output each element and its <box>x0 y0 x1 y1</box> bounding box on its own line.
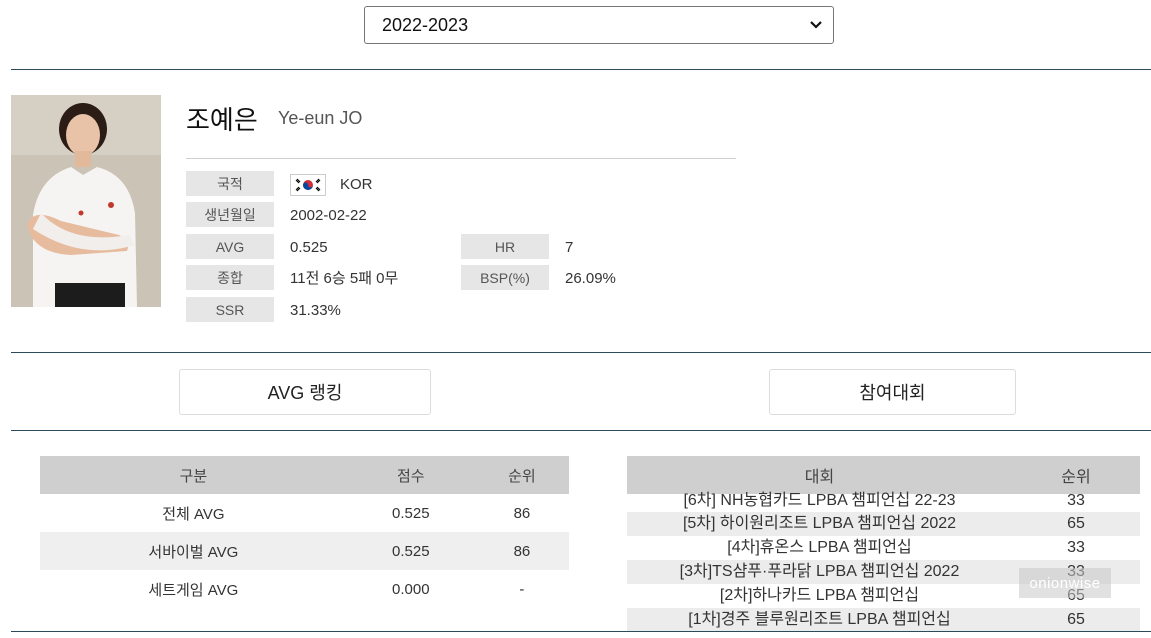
table-cell: 세트게임 AVG <box>148 581 239 599</box>
column-header: 구분 <box>40 456 347 494</box>
table-cell: 86 <box>513 504 531 522</box>
tournaments-scroll-area[interactable]: 대회 순위 [6차] NH농협카드 LPBA 챔피언십 22-23 33 [5차… <box>627 456 1140 632</box>
table-cell: 전체 AVG <box>162 505 225 523</box>
column-header: 점수 <box>346 456 475 494</box>
avg-value: 0.525 <box>290 239 328 256</box>
player-name-ko: 조예은 <box>186 105 258 135</box>
tournament-name: [6차] NH농협카드 LPBA 챔피언십 22-23 <box>683 492 956 509</box>
table-header-row: 구분 점수 순위 <box>40 456 569 494</box>
season-select[interactable]: 2022-2023 <box>364 6 834 44</box>
divider <box>11 69 1151 70</box>
bsp-label: BSP(%) <box>461 265 549 290</box>
table-row: 서바이벌 AVG 0.525 86 <box>40 532 569 570</box>
table-row[interactable]: [4차]휴온스 LPBA 챔피언십 33 <box>627 536 1140 560</box>
ssr-value: 31.33% <box>290 302 341 319</box>
birth-label: 생년월일 <box>186 202 274 227</box>
tournament-name: [2차]하나카드 LPBA 챔피언십 <box>719 587 920 604</box>
table-cell: 서바이벌 AVG <box>40 532 347 570</box>
avg-ranking-button[interactable]: AVG 랭킹 <box>179 369 431 415</box>
table-cell: - <box>519 580 525 598</box>
player-photo <box>11 95 161 307</box>
divider <box>11 631 1151 632</box>
divider <box>186 158 736 159</box>
divider <box>11 430 1151 431</box>
tournament-name: [1차]경주 블루원리조트 LPBA 챔피언십 <box>627 608 1012 632</box>
nationality-label: 국적 <box>186 171 274 196</box>
ssr-label: SSR <box>186 297 274 322</box>
table-row[interactable]: [1차]경주 블루원리조트 LPBA 챔피언십 65 <box>627 608 1140 632</box>
record-value: 11전 6승 5패 0무 <box>290 270 399 287</box>
table-row[interactable]: [6차] NH농협카드 LPBA 챔피언십 22-23 33 <box>627 492 1140 512</box>
tournaments-table: 대회 순위 [6차] NH농협카드 LPBA 챔피언십 22-23 33 [5차… <box>627 456 1140 632</box>
table-row: 전체 AVG 0.525 86 <box>40 494 569 532</box>
tournament-rank: 65 <box>1012 608 1140 632</box>
chevron-down-icon <box>810 21 822 29</box>
divider <box>11 352 1151 353</box>
record-label: 종합 <box>186 265 274 290</box>
column-header: 대회 <box>627 456 1012 494</box>
column-header: 순위 <box>474 456 569 494</box>
tournament-name: [5차] 하이원리조트 LPBA 챔피언십 2022 <box>627 512 1012 536</box>
table-cell: 0.525 <box>346 532 475 570</box>
birth-value: 2002-02-22 <box>290 207 367 224</box>
tournament-rank: 65 <box>1012 512 1140 536</box>
hr-value: 7 <box>565 239 574 256</box>
table-cell: 0.525 <box>392 504 430 522</box>
table-header-row: 대회 순위 <box>627 456 1140 494</box>
korea-flag-icon <box>290 174 326 196</box>
table-cell: 0.000 <box>392 580 430 598</box>
nationality-value: KOR <box>340 176 373 193</box>
player-name-en: Ye-eun JO <box>278 108 363 128</box>
watermark: onionwise <box>1019 568 1111 598</box>
avg-label: AVG <box>186 234 274 259</box>
column-header: 순위 <box>1012 456 1140 494</box>
avg-ranking-table: 구분 점수 순위 전체 AVG 0.525 86 서바이벌 AVG 0.525 … <box>40 456 569 608</box>
table-cell: 86 <box>474 532 569 570</box>
table-row[interactable]: [5차] 하이원리조트 LPBA 챔피언십 2022 65 <box>627 512 1140 536</box>
hr-label: HR <box>461 234 549 259</box>
table-row: 세트게임 AVG 0.000 - <box>40 570 569 608</box>
season-select-value: 2022-2023 <box>382 14 469 35</box>
tournament-rank: 33 <box>1067 539 1085 556</box>
tournament-name: [4차]휴온스 LPBA 챔피언십 <box>727 539 912 556</box>
tournament-name: [3차]TS샴푸·푸라닭 LPBA 챔피언십 2022 <box>627 560 1012 584</box>
tournaments-button[interactable]: 참여대회 <box>769 369 1016 415</box>
tournament-rank: 33 <box>1067 492 1085 509</box>
bsp-value: 26.09% <box>565 270 616 287</box>
